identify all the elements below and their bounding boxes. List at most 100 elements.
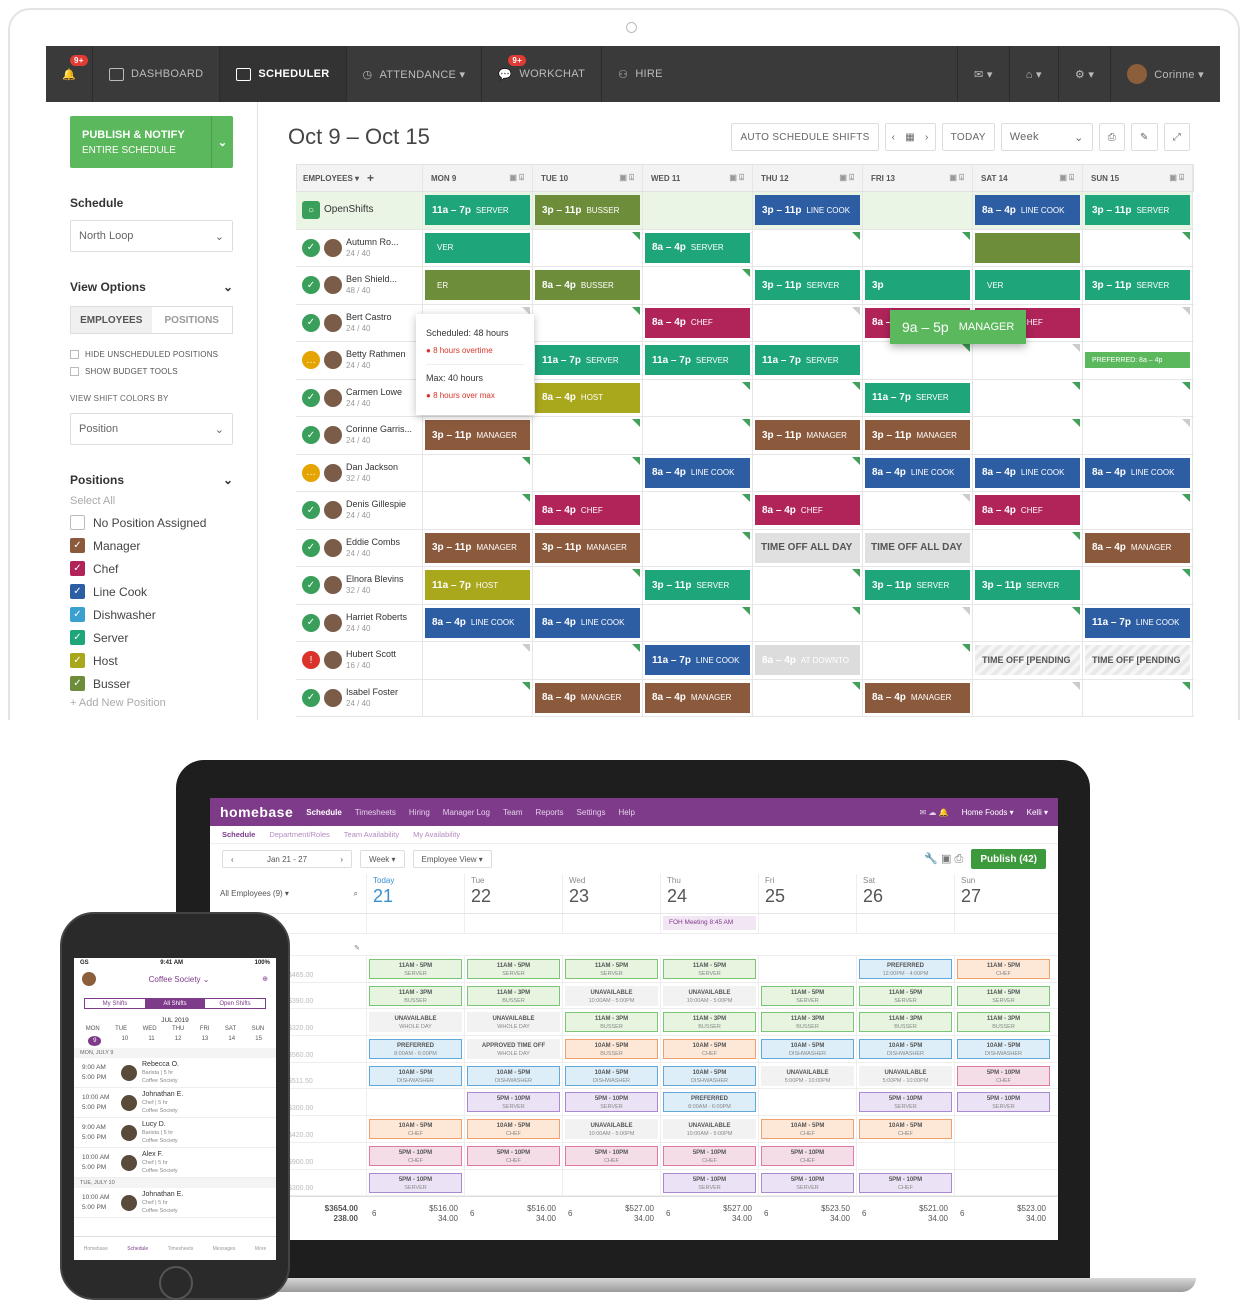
day-column-header[interactable]: Tue 22 xyxy=(464,874,562,913)
day-cell[interactable] xyxy=(533,229,643,266)
day-cell[interactable]: UNAVAILABLE 5:00PM - 10:00PM xyxy=(758,1062,856,1089)
shift-block[interactable]: 8a – 4p LINE COOK xyxy=(865,457,970,488)
nav-item[interactable]: Timesheets xyxy=(355,808,396,817)
shift-block[interactable]: 5PM - 10PM SERVER xyxy=(957,1092,1050,1113)
shift-block[interactable]: UNAVAILABLE 10:00AM - 5:00PM xyxy=(565,1119,658,1140)
employee-cell[interactable]: ✓ Corinne Garris... 24 / 40 xyxy=(302,423,412,447)
day-cell[interactable]: 11AM - 5PM SERVER xyxy=(464,956,562,982)
day-cell[interactable]: 8a – 4pCHEF xyxy=(973,492,1083,529)
shift-block[interactable]: 3p – 11p SERVER xyxy=(1085,270,1190,301)
user-menu[interactable]: Corinne ▾ xyxy=(1111,46,1220,102)
settings-button[interactable]: ⚙ ▾ xyxy=(1059,46,1110,102)
day-cell[interactable]: UNAVAILABLE 10:00AM - 5:00PM xyxy=(562,1116,660,1142)
day-header[interactable]: WED 11 ▣ ⍗ xyxy=(643,165,753,191)
day-cell[interactable]: 3p – 11p MANAGER xyxy=(753,417,863,454)
tab-my-shifts[interactable]: My Shifts xyxy=(85,999,145,1008)
subnav-item[interactable]: Schedule xyxy=(222,830,255,839)
shift-block[interactable]: 11AM - 3PM BUSSER xyxy=(565,1012,658,1033)
day-cell[interactable]: 11AM - 3PM BUSSER xyxy=(856,1009,954,1036)
day-cell[interactable]: 10AM - 5PM CHEF xyxy=(758,1116,856,1142)
shift-block[interactable]: 10AM - 5PM DISHWASHER xyxy=(369,1065,462,1086)
shift-block[interactable]: 5PM - 10PM CHEF xyxy=(859,1172,952,1193)
add-shift-marker[interactable] xyxy=(522,644,530,652)
day-cell[interactable]: 5PM - 10PM SERVER xyxy=(856,1089,954,1116)
shift-block[interactable]: 5PM - 10PM CHEF xyxy=(761,1145,854,1166)
add-shift-marker[interactable] xyxy=(632,231,640,240)
day-cell[interactable] xyxy=(643,267,753,304)
shift-block[interactable]: 3p – 11p MANAGER xyxy=(535,532,640,563)
toggle-employees[interactable]: EMPLOYEES xyxy=(71,307,152,333)
nav-dashboard[interactable]: DASHBOARD xyxy=(93,46,219,102)
chevron-left-icon[interactable]: ‹ xyxy=(892,132,896,143)
search-icon[interactable]: ⌕ xyxy=(354,889,358,899)
add-shift-marker[interactable] xyxy=(962,644,970,652)
day-cell[interactable]: 11AM - 5PM SERVER xyxy=(660,956,758,982)
shift-block[interactable]: 11AM - 5PM SERVER xyxy=(565,959,658,979)
day-cell[interactable]: UNAVAILABLE WHOLE DAY xyxy=(366,1009,464,1036)
day-cell[interactable] xyxy=(863,342,973,379)
day-cell[interactable]: 8a – 4p LINE COOK xyxy=(643,454,753,491)
day-cell[interactable] xyxy=(973,679,1083,716)
tabbar-item[interactable]: Schedule xyxy=(127,1246,148,1252)
day-cell[interactable] xyxy=(758,956,856,982)
day-cell[interactable]: 11AM - 5PM SERVER xyxy=(758,982,856,1009)
day-cell[interactable]: 11a – 7p LINE COOK xyxy=(1083,604,1193,641)
day-cell[interactable]: 8a – 4p MANAGER xyxy=(863,679,973,716)
shift-block[interactable]: 8a – 4p MANAGER xyxy=(865,682,970,713)
shift-block[interactable]: 11AM - 3PM BUSSER xyxy=(957,1012,1050,1033)
week-pager[interactable]: ‹ ▦ › xyxy=(884,123,936,151)
day-cell[interactable]: 3p – 11p SERVER xyxy=(643,567,753,604)
day-cell[interactable]: VER xyxy=(973,267,1083,304)
day-cell[interactable]: 3p – 11p SERVER xyxy=(973,567,1083,604)
day-cell[interactable] xyxy=(1083,304,1193,341)
add-shift-marker[interactable] xyxy=(962,606,970,615)
day-cell[interactable] xyxy=(533,304,643,341)
day-cell[interactable] xyxy=(533,417,643,454)
day-cell[interactable]: 8a – 4p MANAGER xyxy=(643,679,753,716)
shift-block[interactable]: 8a – 4p LINE COOK xyxy=(645,457,750,488)
add-shift-marker[interactable] xyxy=(1072,344,1080,352)
nav-attendance[interactable]: ◷ ATTENDANCE ▾ xyxy=(347,46,482,102)
add-shift-marker[interactable] xyxy=(632,419,640,427)
shift-block[interactable]: UNAVAILABLE 10:00AM - 5:00PM xyxy=(663,1119,756,1140)
dragged-shift[interactable]: 9a – 5p MANAGER xyxy=(890,310,1027,344)
day-cell[interactable]: 8a – 4p MANAGER xyxy=(1083,529,1193,566)
add-shift-marker[interactable] xyxy=(852,381,860,390)
day-cell[interactable] xyxy=(954,1116,1052,1142)
toggle-positions[interactable]: POSITIONS xyxy=(152,307,233,333)
employee-cell[interactable]: ✓ Bert Castro 24 / 40 xyxy=(302,311,392,335)
shift-block[interactable]: 5PM - 10PM CHEF xyxy=(467,1145,560,1166)
calendar-date[interactable]: 15 xyxy=(255,1036,262,1046)
day-cell[interactable]: 5PM - 10PM CHEF xyxy=(758,1142,856,1169)
position-checkbox[interactable]: ✓ Line Cook xyxy=(70,584,233,599)
employee-cell[interactable]: ✓ Autumn Ro... 24 / 40 xyxy=(302,236,399,260)
day-cell[interactable]: 11a – 7p SERVER xyxy=(533,342,643,379)
nav-scheduler[interactable]: SCHEDULER xyxy=(220,46,346,102)
day-cell[interactable]: 11a – 7p SERVER xyxy=(643,342,753,379)
shift-block[interactable]: VER xyxy=(975,270,1080,301)
day-cell[interactable] xyxy=(1083,229,1193,266)
day-cell[interactable]: 8a – 4p LINE COOK xyxy=(423,604,533,641)
day-cell[interactable] xyxy=(973,229,1083,266)
shift-block[interactable]: 11AM - 5PM SERVER xyxy=(957,985,1050,1006)
shift-block[interactable]: 8a – 4pCHEF xyxy=(975,495,1080,526)
day-column-header[interactable]: Thu 24 xyxy=(660,874,758,913)
nav-item[interactable]: Reports xyxy=(536,808,564,817)
day-actions-icon[interactable]: ▣ ⍗ xyxy=(509,173,524,183)
day-cell[interactable] xyxy=(423,492,533,529)
add-shift-marker[interactable] xyxy=(632,644,640,652)
week-select[interactable]: Week ▾ xyxy=(360,850,405,868)
day-cell[interactable]: 3p – 11p SERVER xyxy=(1083,192,1193,229)
day-cell[interactable]: 3p – 11p LINE COOK xyxy=(753,192,863,229)
day-cell[interactable]: 5PM - 10PM SERVER xyxy=(366,1169,464,1196)
day-cell[interactable] xyxy=(863,604,973,641)
employee-cell[interactable]: ✓ Ben Shield... 48 / 40 xyxy=(302,273,397,297)
add-shift-marker[interactable] xyxy=(1182,381,1190,390)
day-cell[interactable]: 3p – 11p SERVER xyxy=(1083,267,1193,304)
shift-block[interactable]: 8a – 4p LINE COOK xyxy=(975,195,1080,226)
add-shift-marker[interactable] xyxy=(852,306,860,315)
nav-item[interactable]: Schedule xyxy=(306,808,342,817)
shift-block[interactable]: 11AM - 3PM BUSSER xyxy=(663,1012,756,1033)
shift-block[interactable]: 3p – 11p SERVER xyxy=(645,570,750,601)
shift-block[interactable]: 5PM - 10PM SERVER xyxy=(565,1092,658,1113)
